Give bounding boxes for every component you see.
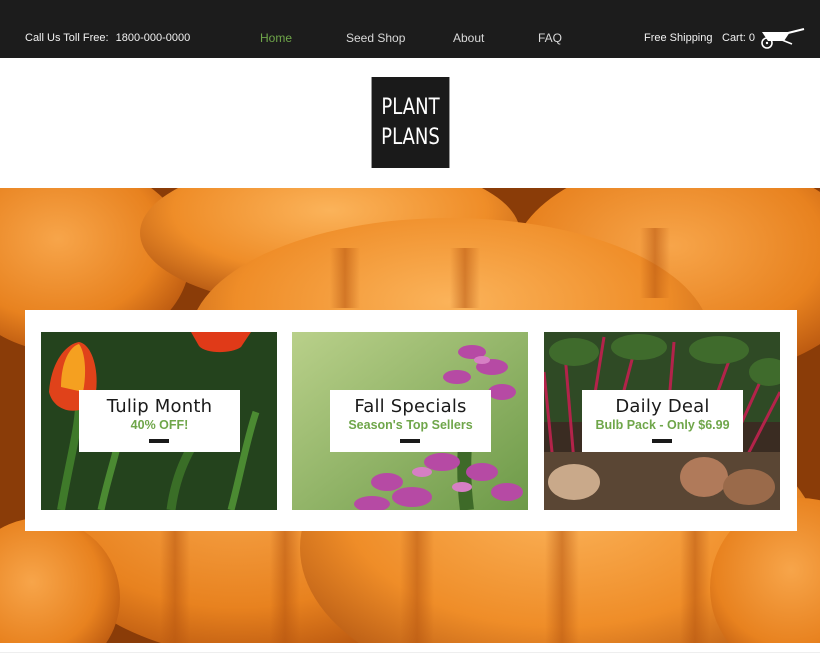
promo-title: Tulip Month — [106, 396, 213, 417]
top-bar: Call Us Toll Free: 1800-000-0000 Home Se… — [0, 0, 820, 58]
promo-subtitle: Season's Top Sellers — [348, 418, 473, 432]
footer-divider — [0, 652, 820, 653]
promo-title: Fall Specials — [354, 396, 467, 417]
promo-card-fall-specials[interactable]: Fall Specials Season's Top Sellers — [292, 332, 528, 510]
site-logo[interactable]: PLANT PLANS — [371, 77, 450, 168]
logo-line-2: PLANS — [381, 124, 440, 150]
promo-card-tulip-month[interactable]: Tulip Month 40% OFF! — [41, 332, 277, 510]
phone-label: Call Us Toll Free: — [25, 32, 109, 44]
promo-card-daily-deal[interactable]: Daily Deal Bulb Pack - Only $6.99 — [544, 332, 780, 510]
free-shipping-link[interactable]: Free Shipping — [644, 32, 713, 44]
divider-dash — [400, 439, 420, 443]
promo-label: Daily Deal Bulb Pack - Only $6.99 — [582, 390, 743, 452]
nav-seed-shop[interactable]: Seed Shop — [346, 31, 405, 45]
promo-subtitle: 40% OFF! — [130, 418, 189, 432]
nav-faq[interactable]: FAQ — [538, 31, 562, 45]
cart-link[interactable]: Cart: 0 — [722, 32, 755, 44]
phone-info: Call Us Toll Free: 1800-000-0000 — [25, 32, 190, 44]
logo-line-1: PLANT — [381, 94, 440, 120]
promo-subtitle: Bulb Pack - Only $6.99 — [595, 418, 730, 432]
wheelbarrow-icon[interactable] — [758, 27, 806, 49]
phone-number[interactable]: 1800-000-0000 — [116, 32, 191, 44]
promo-label: Tulip Month 40% OFF! — [79, 390, 240, 452]
divider-dash — [652, 439, 672, 443]
nav-home[interactable]: Home — [260, 31, 292, 45]
divider-dash — [149, 439, 169, 443]
promo-title: Daily Deal — [615, 396, 710, 417]
nav-about[interactable]: About — [453, 31, 484, 45]
promo-label: Fall Specials Season's Top Sellers — [330, 390, 491, 452]
